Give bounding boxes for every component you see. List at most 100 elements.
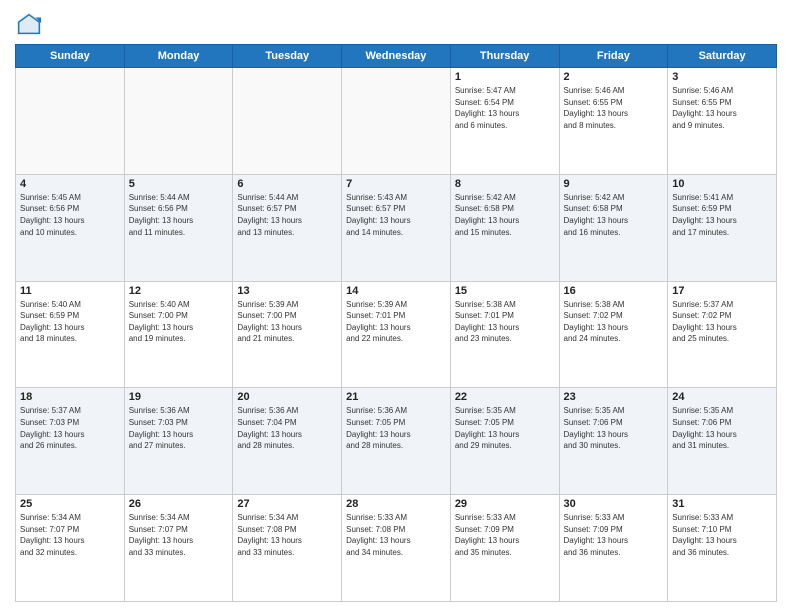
calendar-week-row: 4 Sunrise: 5:45 AM Sunset: 6:56 PM Daylig… xyxy=(16,174,777,281)
calendar-day-cell xyxy=(124,68,233,175)
day-number: 26 xyxy=(129,498,229,510)
calendar-week-row: 1 Sunrise: 5:47 AM Sunset: 6:54 PM Daylig… xyxy=(16,68,777,175)
day-number: 27 xyxy=(237,498,337,510)
calendar-day-cell: 27 Sunrise: 5:34 AM Sunset: 7:08 PM Dayli… xyxy=(233,495,342,602)
day-info: Sunrise: 5:38 AM Sunset: 7:02 PM Dayligh… xyxy=(564,299,664,345)
day-number: 29 xyxy=(455,498,555,510)
day-number: 24 xyxy=(672,391,772,403)
calendar-day-cell: 14 Sunrise: 5:39 AM Sunset: 7:01 PM Dayli… xyxy=(342,281,451,388)
logo-icon xyxy=(15,10,43,38)
day-number: 19 xyxy=(129,391,229,403)
page: SundayMondayTuesdayWednesdayThursdayFrid… xyxy=(0,0,792,612)
day-info: Sunrise: 5:44 AM Sunset: 6:56 PM Dayligh… xyxy=(129,192,229,238)
day-info: Sunrise: 5:38 AM Sunset: 7:01 PM Dayligh… xyxy=(455,299,555,345)
day-info: Sunrise: 5:37 AM Sunset: 7:03 PM Dayligh… xyxy=(20,405,120,451)
calendar-day-cell: 19 Sunrise: 5:36 AM Sunset: 7:03 PM Dayli… xyxy=(124,388,233,495)
day-number: 4 xyxy=(20,178,120,190)
calendar-day-cell: 9 Sunrise: 5:42 AM Sunset: 6:58 PM Daylig… xyxy=(559,174,668,281)
weekday-header: Sunday xyxy=(16,45,125,68)
logo xyxy=(15,10,47,38)
day-number: 25 xyxy=(20,498,120,510)
calendar-day-cell: 15 Sunrise: 5:38 AM Sunset: 7:01 PM Dayli… xyxy=(450,281,559,388)
day-info: Sunrise: 5:44 AM Sunset: 6:57 PM Dayligh… xyxy=(237,192,337,238)
weekday-header: Friday xyxy=(559,45,668,68)
calendar-day-cell: 21 Sunrise: 5:36 AM Sunset: 7:05 PM Dayli… xyxy=(342,388,451,495)
calendar-day-cell: 7Sunrise: 5:43 AM Sunset: 6:57 PM Daylig… xyxy=(342,174,451,281)
day-number: 6 xyxy=(237,178,337,190)
day-info: Sunrise: 5:39 AM Sunset: 7:00 PM Dayligh… xyxy=(237,299,337,345)
calendar-day-cell: 13 Sunrise: 5:39 AM Sunset: 7:00 PM Dayli… xyxy=(233,281,342,388)
day-info: Sunrise: 5:46 AM Sunset: 6:55 PM Dayligh… xyxy=(564,85,664,131)
weekday-header: Tuesday xyxy=(233,45,342,68)
day-info: Sunrise: 5:34 AM Sunset: 7:07 PM Dayligh… xyxy=(129,512,229,558)
day-info: Sunrise: 5:36 AM Sunset: 7:04 PM Dayligh… xyxy=(237,405,337,451)
day-info: Sunrise: 5:33 AM Sunset: 7:08 PM Dayligh… xyxy=(346,512,446,558)
weekday-header: Monday xyxy=(124,45,233,68)
calendar-day-cell: 10Sunrise: 5:41 AM Sunset: 6:59 PM Dayli… xyxy=(668,174,777,281)
day-number: 9 xyxy=(564,178,664,190)
calendar-day-cell: 24 Sunrise: 5:35 AM Sunset: 7:06 PM Dayli… xyxy=(668,388,777,495)
day-number: 15 xyxy=(455,285,555,297)
calendar-table: SundayMondayTuesdayWednesdayThursdayFrid… xyxy=(15,44,777,602)
calendar-week-row: 25 Sunrise: 5:34 AM Sunset: 7:07 PM Dayli… xyxy=(16,495,777,602)
calendar-day-cell: 26 Sunrise: 5:34 AM Sunset: 7:07 PM Dayli… xyxy=(124,495,233,602)
calendar-day-cell: 29 Sunrise: 5:33 AM Sunset: 7:09 PM Dayli… xyxy=(450,495,559,602)
day-info: Sunrise: 5:35 AM Sunset: 7:06 PM Dayligh… xyxy=(672,405,772,451)
calendar-day-cell: 28Sunrise: 5:33 AM Sunset: 7:08 PM Dayli… xyxy=(342,495,451,602)
calendar-day-cell: 30 Sunrise: 5:33 AM Sunset: 7:09 PM Dayli… xyxy=(559,495,668,602)
calendar-day-cell: 23Sunrise: 5:35 AM Sunset: 7:06 PM Dayli… xyxy=(559,388,668,495)
calendar-day-cell: 1 Sunrise: 5:47 AM Sunset: 6:54 PM Daylig… xyxy=(450,68,559,175)
day-number: 11 xyxy=(20,285,120,297)
calendar-week-row: 11 Sunrise: 5:40 AM Sunset: 6:59 PM Dayli… xyxy=(16,281,777,388)
day-number: 1 xyxy=(455,71,555,83)
calendar-day-cell: 22Sunrise: 5:35 AM Sunset: 7:05 PM Dayli… xyxy=(450,388,559,495)
day-info: Sunrise: 5:47 AM Sunset: 6:54 PM Dayligh… xyxy=(455,85,555,131)
day-info: Sunrise: 5:36 AM Sunset: 7:03 PM Dayligh… xyxy=(129,405,229,451)
day-info: Sunrise: 5:34 AM Sunset: 7:08 PM Dayligh… xyxy=(237,512,337,558)
day-info: Sunrise: 5:42 AM Sunset: 6:58 PM Dayligh… xyxy=(455,192,555,238)
day-info: Sunrise: 5:33 AM Sunset: 7:10 PM Dayligh… xyxy=(672,512,772,558)
calendar-day-cell: 6 Sunrise: 5:44 AM Sunset: 6:57 PM Daylig… xyxy=(233,174,342,281)
day-info: Sunrise: 5:33 AM Sunset: 7:09 PM Dayligh… xyxy=(455,512,555,558)
calendar-day-cell xyxy=(342,68,451,175)
calendar-day-cell: 11 Sunrise: 5:40 AM Sunset: 6:59 PM Dayli… xyxy=(16,281,125,388)
calendar-day-cell: 8 Sunrise: 5:42 AM Sunset: 6:58 PM Daylig… xyxy=(450,174,559,281)
day-number: 12 xyxy=(129,285,229,297)
calendar-day-cell: 17Sunrise: 5:37 AM Sunset: 7:02 PM Dayli… xyxy=(668,281,777,388)
day-number: 2 xyxy=(564,71,664,83)
weekday-header: Thursday xyxy=(450,45,559,68)
day-info: Sunrise: 5:42 AM Sunset: 6:58 PM Dayligh… xyxy=(564,192,664,238)
calendar-day-cell: 18 Sunrise: 5:37 AM Sunset: 7:03 PM Dayli… xyxy=(16,388,125,495)
header xyxy=(15,10,777,38)
day-info: Sunrise: 5:36 AM Sunset: 7:05 PM Dayligh… xyxy=(346,405,446,451)
calendar-day-cell: 25Sunrise: 5:34 AM Sunset: 7:07 PM Dayli… xyxy=(16,495,125,602)
calendar-day-cell: 3Sunrise: 5:46 AM Sunset: 6:55 PM Daylig… xyxy=(668,68,777,175)
day-info: Sunrise: 5:33 AM Sunset: 7:09 PM Dayligh… xyxy=(564,512,664,558)
day-number: 13 xyxy=(237,285,337,297)
calendar-day-cell: 4 Sunrise: 5:45 AM Sunset: 6:56 PM Daylig… xyxy=(16,174,125,281)
day-number: 5 xyxy=(129,178,229,190)
day-number: 18 xyxy=(20,391,120,403)
calendar-day-cell: 12 Sunrise: 5:40 AM Sunset: 7:00 PM Dayli… xyxy=(124,281,233,388)
calendar-day-cell: 31 Sunrise: 5:33 AM Sunset: 7:10 PM Dayli… xyxy=(668,495,777,602)
day-info: Sunrise: 5:40 AM Sunset: 7:00 PM Dayligh… xyxy=(129,299,229,345)
day-number: 8 xyxy=(455,178,555,190)
day-info: Sunrise: 5:46 AM Sunset: 6:55 PM Dayligh… xyxy=(672,85,772,131)
calendar-day-cell: 16 Sunrise: 5:38 AM Sunset: 7:02 PM Dayli… xyxy=(559,281,668,388)
day-info: Sunrise: 5:40 AM Sunset: 6:59 PM Dayligh… xyxy=(20,299,120,345)
day-info: Sunrise: 5:39 AM Sunset: 7:01 PM Dayligh… xyxy=(346,299,446,345)
day-number: 30 xyxy=(564,498,664,510)
day-info: Sunrise: 5:45 AM Sunset: 6:56 PM Dayligh… xyxy=(20,192,120,238)
day-number: 16 xyxy=(564,285,664,297)
day-number: 21 xyxy=(346,391,446,403)
day-number: 14 xyxy=(346,285,446,297)
calendar-day-cell: 2 Sunrise: 5:46 AM Sunset: 6:55 PM Daylig… xyxy=(559,68,668,175)
weekday-header: Saturday xyxy=(668,45,777,68)
day-number: 23 xyxy=(564,391,664,403)
calendar-day-cell: 20Sunrise: 5:36 AM Sunset: 7:04 PM Dayli… xyxy=(233,388,342,495)
day-info: Sunrise: 5:43 AM Sunset: 6:57 PM Dayligh… xyxy=(346,192,446,238)
day-number: 17 xyxy=(672,285,772,297)
day-info: Sunrise: 5:41 AM Sunset: 6:59 PM Dayligh… xyxy=(672,192,772,238)
day-number: 22 xyxy=(455,391,555,403)
day-number: 31 xyxy=(672,498,772,510)
